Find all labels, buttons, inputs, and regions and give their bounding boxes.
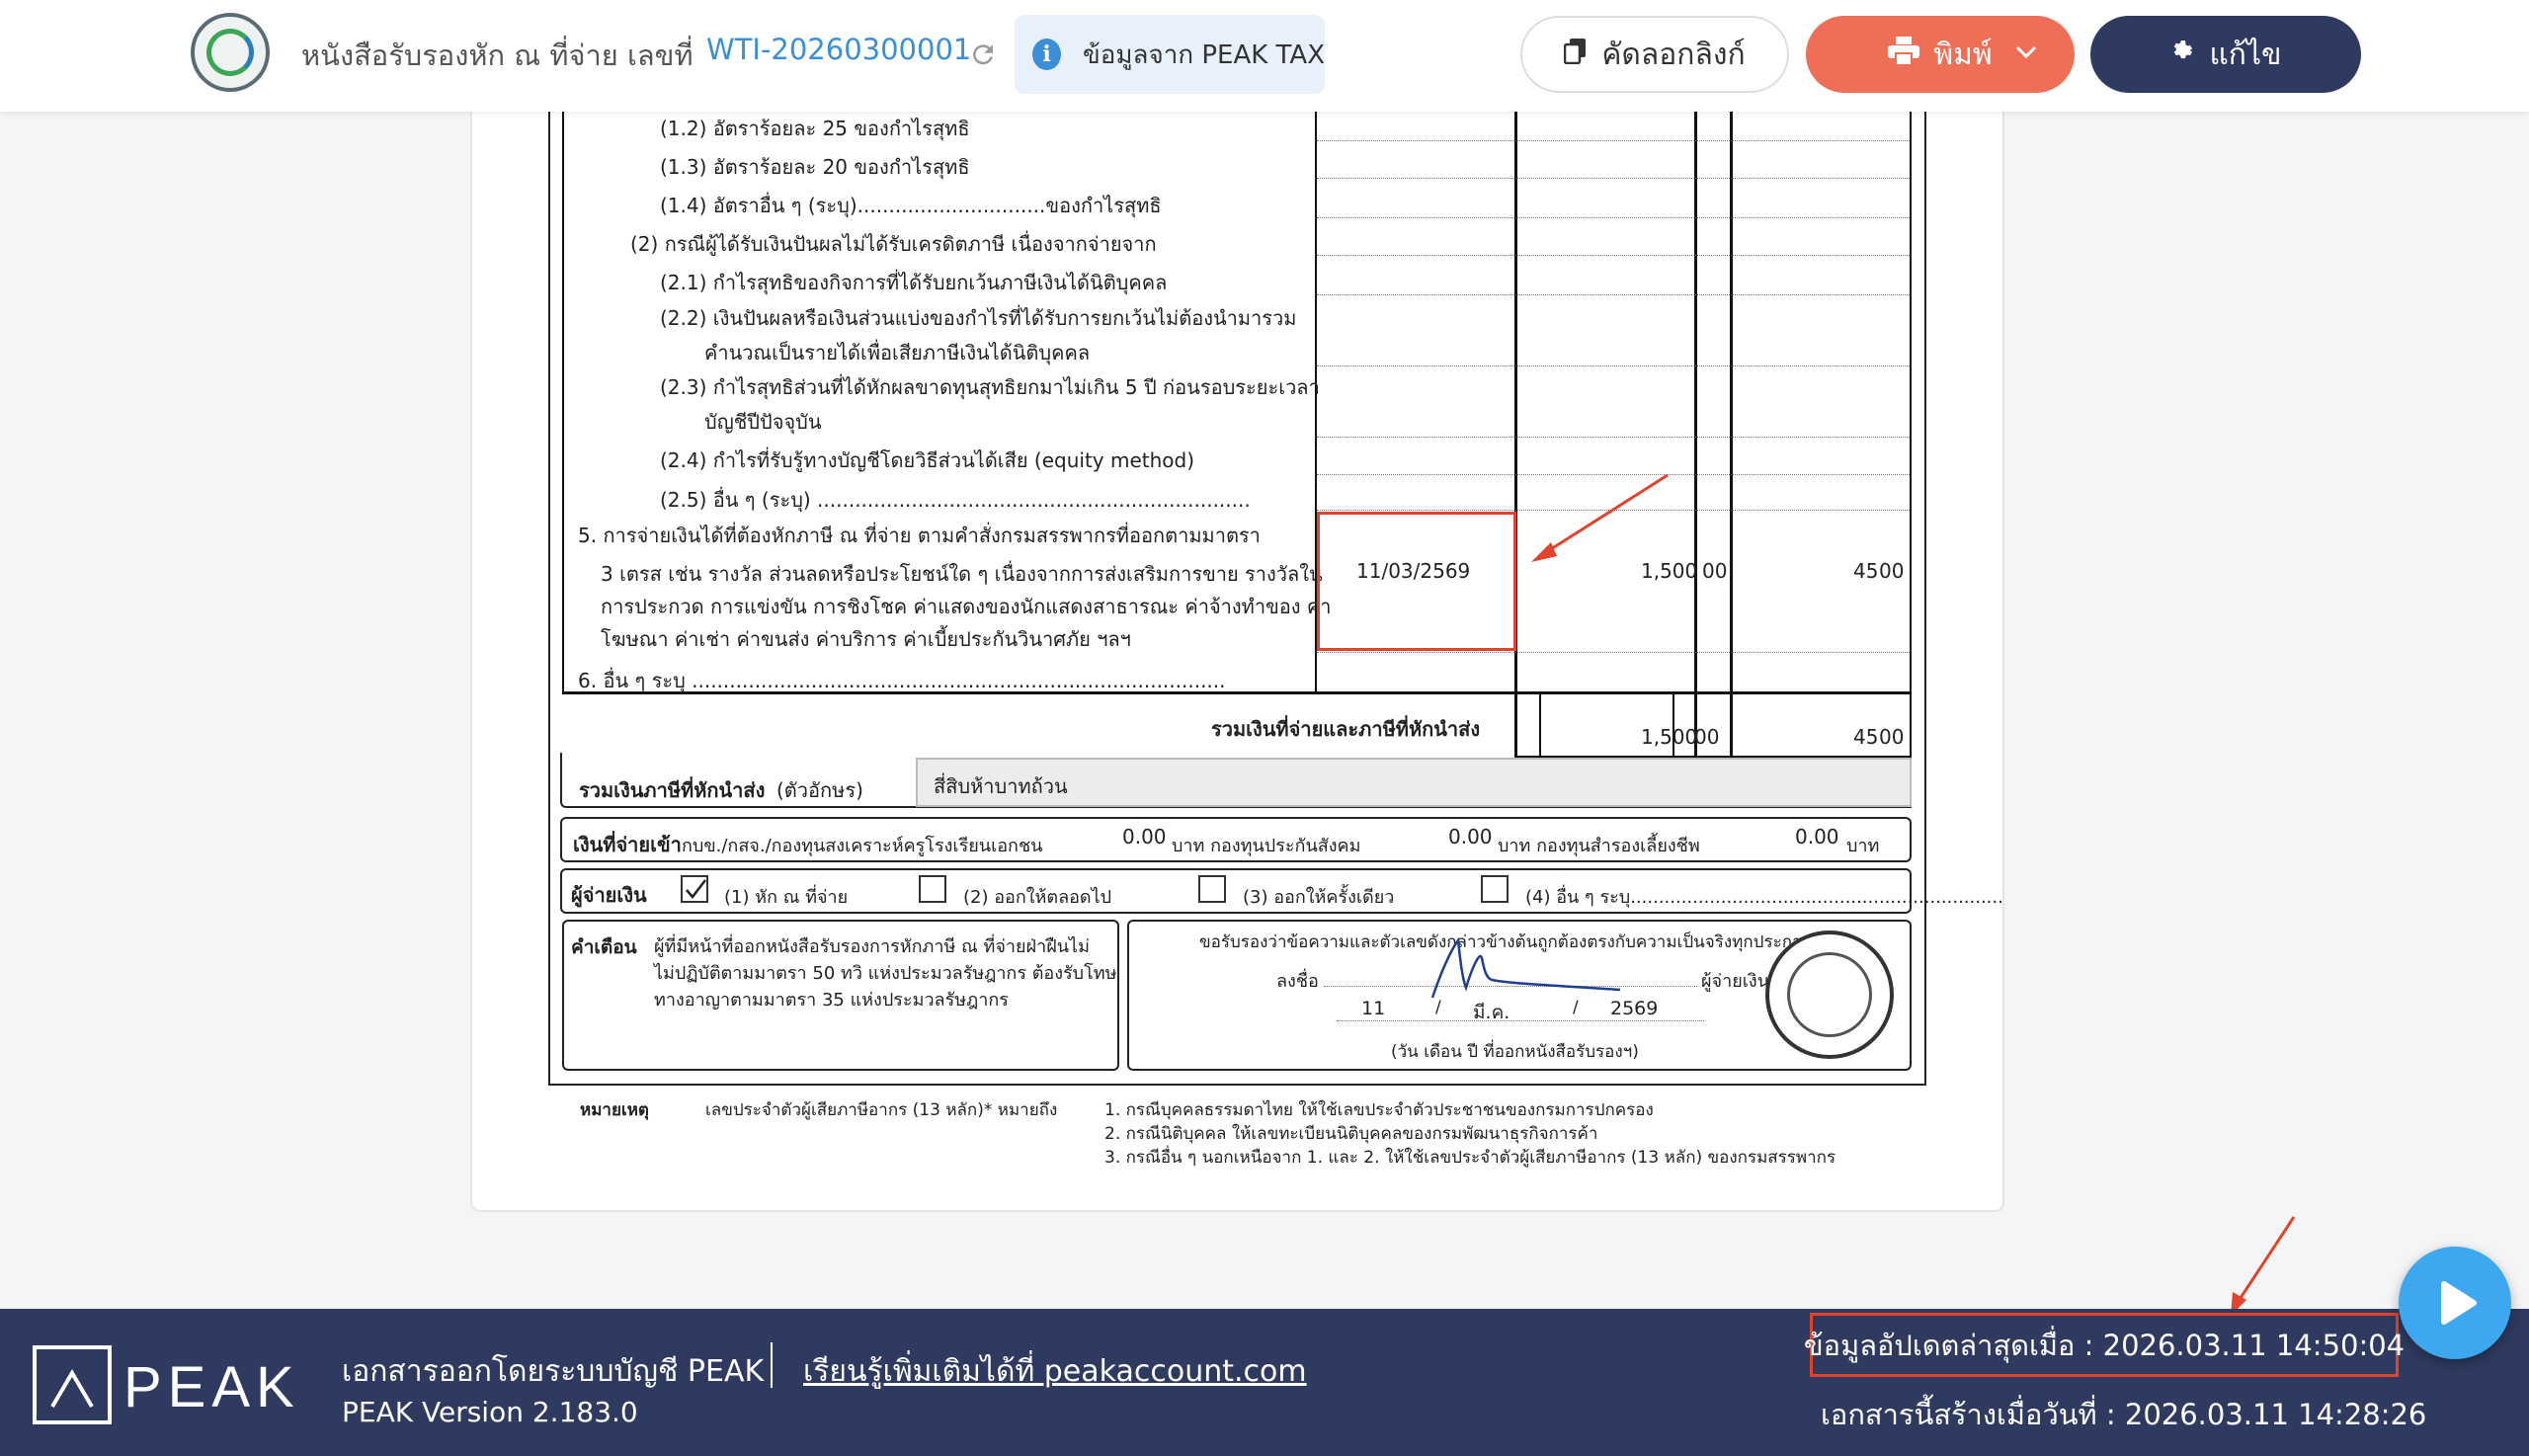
tax-amount-decimal: 00 [1879, 559, 1905, 583]
gear-icon [2169, 39, 2195, 71]
note-label: หมายเหตุ [580, 1100, 649, 1120]
annotation-arrow [2231, 1216, 2296, 1316]
edit-button[interactable]: แก้ไข [2090, 16, 2361, 93]
payer-option-2: (2) ออกให้ตลอดไป [963, 887, 1112, 908]
total-amount-decimal: 00 [1694, 725, 1720, 749]
issued-by-text: เอกสารออกโดยระบบบัญชี PEAK [342, 1354, 765, 1389]
form-line: 5. การจ่ายเงินได้ที่ต้องหักภาษี ณ ที่จ่า… [578, 524, 1261, 547]
fund-label: เงินที่จ่ายเข้า [573, 833, 682, 856]
annotation-arrow [1531, 473, 1669, 562]
note-item: 1. กรณีบุคคลธรรมดาไทย ให้ใช้เลขประจำตัวป… [1104, 1100, 1654, 1120]
payer-label: ผู้จ่ายเงิน [571, 883, 647, 907]
company-logo [191, 13, 270, 92]
fund-text: บาท กองทุนสำรองเลี้ยงชีพ [1498, 836, 1700, 856]
learn-more-link[interactable]: เรียนรู้เพิ่มเติมได้ที่ peakaccount.com [803, 1348, 1307, 1395]
payer-option-4: (4) อื่น ๆ ระบุ.........................… [1525, 887, 2003, 908]
footer: PEAK เอกสารออกโดยระบบบัญชี PEAK PEAK Ver… [0, 1309, 2529, 1456]
warning-line: ไม่ปฏิบัติตามมาตรา 50 ทวิ แห่งประมวลรัษฎ… [654, 963, 1117, 984]
sign-day: 11 [1361, 998, 1386, 1019]
form-line: (1.2) อัตราร้อยละ 25 ของกำไรสุทธิ [660, 117, 970, 140]
top-bar: หนังสือรับรองหัก ณ ที่จ่าย เลขที่ WTI-20… [0, 0, 2529, 112]
note-text: เลขประจำตัวผู้เสียภาษีอากร (13 หลัก)* หม… [705, 1100, 1058, 1120]
fund-value-3: 0.00 [1795, 825, 1839, 849]
payment-date: 11/03/2569 [1356, 559, 1471, 583]
play-button[interactable] [2399, 1247, 2511, 1359]
total-tax: 45 [1853, 725, 1879, 749]
form-line: (2.5) อื่น ๆ (ระบุ) ....................… [660, 488, 1251, 512]
info-icon: i [1032, 39, 1062, 70]
fund-value-1: 0.00 [1122, 825, 1167, 849]
form-line: บัญชีปีปัจจุบัน [704, 410, 822, 434]
payer-option-3: (3) ออกให้ครั้งเดียว [1243, 887, 1395, 908]
warning-line: ผู้ที่มีหน้าที่ออกหนังสือรับรองการหักภาษ… [654, 936, 1090, 957]
payer-option-3-checkbox[interactable] [1198, 875, 1226, 903]
fund-text: บาท กองทุนประกันสังคม [1172, 836, 1361, 856]
total-amount: 1,500 [1641, 725, 1698, 749]
payer-option-2-checkbox[interactable] [919, 875, 946, 903]
note-item: 2. กรณีนิติบุคคล ให้เลขทะเบียนนิติบุคคลข… [1104, 1124, 1598, 1144]
fund-text: กบข./กสจ./กองทุนสงเคราะห์ครูโรงเรียนเอกช… [682, 836, 1043, 856]
edit-label: แก้ไข [2209, 37, 2282, 72]
form-line: 3 เตรส เช่น รางวัล ส่วนลดหรือประโยชน์ใด … [601, 562, 1323, 586]
last-updated-value: ข้อมูลอัปเดตล่าสุดเมื่อ : 2026.03.11 14:… [1803, 1328, 2406, 1362]
copy-link-label: คัดลอกลิงก์ [1601, 37, 1746, 72]
note-item: 3. กรณีอื่น ๆ นอกเหนือจาก 1. และ 2. ให้ใ… [1104, 1148, 1836, 1168]
payer-option-4-checkbox[interactable] [1481, 875, 1509, 903]
form-line: (2) กรณีผู้ได้รับเงินปันผลไม่ได้รับเครดิ… [630, 232, 1157, 256]
chevron-down-icon[interactable] [2015, 38, 2037, 65]
footer-divider [771, 1342, 773, 1388]
fund-text: บาท [1846, 836, 1880, 856]
form-line: (2.3) กำไรสุทธิส่วนที่ได้หักผลขาดทุนสุทธ… [660, 375, 1320, 399]
play-icon [2441, 1281, 2477, 1325]
document-title: หนังสือรับรองหัก ณ ที่จ่าย เลขที่ [301, 39, 693, 72]
payer-option-1-checkbox[interactable] [681, 875, 708, 903]
tax-amount: 45 [1853, 559, 1879, 583]
form-line: (1.3) อัตราร้อยละ 20 ของกำไรสุทธิ [660, 155, 970, 179]
company-stamp [1765, 930, 1894, 1059]
copy-icon [1564, 38, 1588, 71]
print-label: พิมพ์ [1933, 37, 1993, 72]
payment-amount-decimal: 00 [1702, 559, 1728, 583]
sign-label: ลงชื่อ [1276, 971, 1319, 992]
last-updated-text: ข้อมูลอัปเดตล่าสุดเมื่อ : 2026.03.11 14:… [1804, 1313, 2405, 1377]
refresh-icon[interactable] [968, 40, 998, 69]
signature [1430, 936, 1621, 999]
date-caption: (วัน เดือน ปี ที่ออกหนังสือรับรองฯ) [1391, 1042, 1639, 1062]
payer-option-1: (1) หัก ณ ที่จ่าย [724, 887, 849, 908]
form-line: (2.2) เงินปันผลหรือเงินส่วนแบ่งของกำไรที… [660, 306, 1297, 330]
peak-tax-badge[interactable]: i ข้อมูลจาก PEAK TAX [1015, 15, 1325, 94]
form-line: (2.1) กำไรสุทธิของกิจการที่ได้รับยกเว้นภ… [660, 271, 1168, 294]
tax-words-label: รวมเงินภาษีที่หักนำส่ง [579, 778, 766, 802]
print-button[interactable]: พิมพ์ [1806, 16, 2075, 93]
peak-tax-label: ข้อมูลจาก PEAK TAX [1083, 40, 1325, 70]
form-line: 6. อื่น ๆ ระบุ .........................… [578, 669, 1226, 692]
total-tax-decimal: 00 [1879, 725, 1905, 749]
version-text: PEAK Version 2.183.0 [342, 1396, 638, 1428]
form-line: โฆษณา ค่าเช่า ค่าขนส่ง ค่าบริการ ค่าเบี้… [601, 627, 1131, 651]
svg-text:PEAK: PEAK [123, 1355, 300, 1419]
tax-words-value: สี่สิบห้าบาทถ้วน [934, 774, 1068, 798]
payer-suffix: ผู้จ่ายเงิน [1701, 971, 1769, 992]
printer-icon [1888, 36, 1920, 73]
form-line: (2.4) กำไรที่รับรู้ทางบัญชีโดยวิธีส่วนได… [660, 448, 1195, 472]
peak-logo: PEAK [33, 1345, 300, 1424]
form-line: (1.4) อัตราอื่น ๆ (ระบุ)................… [660, 194, 1162, 217]
fund-value-2: 0.00 [1448, 825, 1493, 849]
tax-words-suffix: (ตัวอักษร) [776, 778, 863, 802]
document-number[interactable]: WTI-20260300001 [706, 33, 971, 66]
form-line: คำนวณเป็นรายได้เพื่อเสียภาษีเงินได้นิติบ… [704, 341, 1091, 364]
form-line: การประกวด การแข่งขัน การชิงโชค ค่าแสดงขอ… [601, 595, 1332, 618]
total-label: รวมเงินที่จ่ายและภาษีที่หักนำส่ง [1211, 717, 1481, 741]
warning-label: คำเตือน [571, 936, 637, 958]
warning-line: ทางอาญาตามมาตรา 35 แห่งประมวลรัษฎากร [654, 990, 1009, 1011]
copy-link-button[interactable]: คัดลอกลิงก์ [1520, 16, 1789, 93]
created-at-text: เอกสารนี้สร้างเมื่อวันที่ : 2026.03.11 1… [1821, 1398, 2427, 1431]
